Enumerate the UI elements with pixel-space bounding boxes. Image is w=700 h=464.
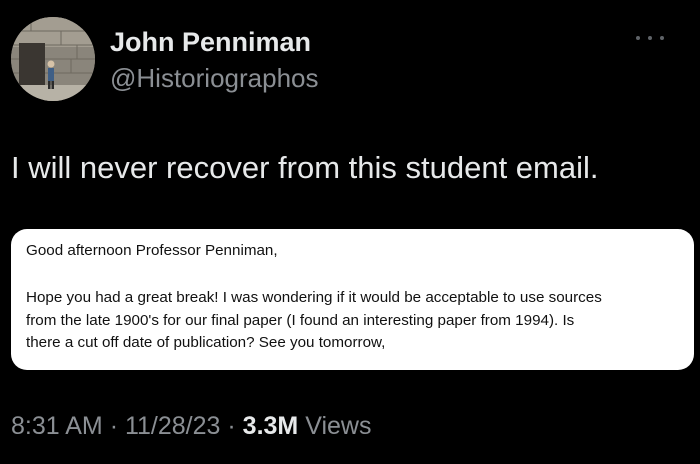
meta-separator: · [109,412,119,440]
views-label: Views [305,412,372,440]
tweet-meta: 8:31 AM · 11/28/23 · 3.3M Views [11,412,371,441]
email-body-line: there a cut off date of publication? See… [26,334,386,351]
email-body: Hope you had a great break! I was wonder… [26,287,678,355]
avatar[interactable] [11,17,95,101]
tweet-time[interactable]: 8:31 AM [11,412,103,440]
tweet-text: I will never recover from this student e… [11,150,599,185]
more-dot [648,36,652,40]
author-handle[interactable]: @Historiographos [110,63,318,94]
email-body-line: Hope you had a great break! I was wonder… [26,289,602,306]
author-name[interactable]: John Penniman [110,27,311,58]
email-screenshot[interactable]: Good afternoon Professor Penniman, Hope … [11,229,694,370]
views-count[interactable]: 3.3M [243,412,299,440]
email-body-line: from the late 1900's for our final paper… [26,311,575,329]
more-horizontal-icon[interactable] [636,30,664,46]
tweet-date[interactable]: 11/28/23 [125,412,220,440]
email-greeting: Good afternoon Professor Penniman, [26,242,278,259]
meta-separator: · [227,412,236,440]
more-dot [660,36,664,40]
more-dot [636,36,640,40]
